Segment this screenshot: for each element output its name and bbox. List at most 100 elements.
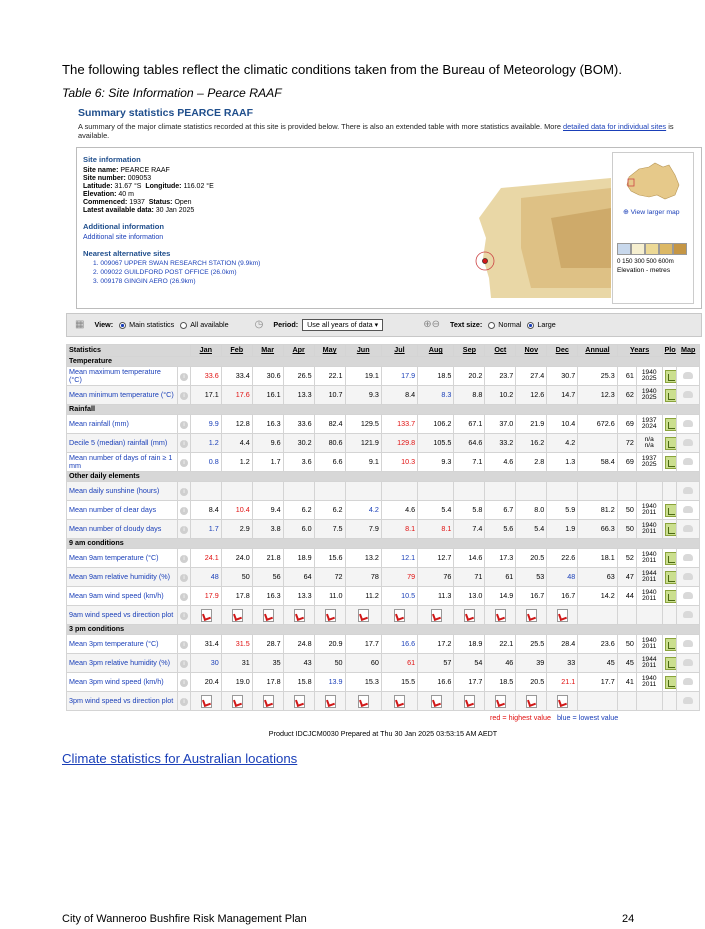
map-icon[interactable] bbox=[683, 678, 694, 686]
column-header[interactable]: Sep bbox=[453, 344, 486, 357]
map-icon[interactable] bbox=[683, 573, 694, 581]
radio-selected-icon[interactable] bbox=[527, 321, 535, 329]
pdf-icon[interactable] bbox=[262, 695, 274, 708]
row-label[interactable]: Mean 9am temperature (°C) bbox=[66, 548, 178, 568]
pdf-icon[interactable] bbox=[557, 695, 569, 708]
map-icon[interactable] bbox=[683, 640, 694, 648]
text-large-option[interactable]: Large bbox=[527, 320, 556, 329]
info-icon[interactable]: i bbox=[180, 554, 188, 563]
pdf-icon[interactable] bbox=[293, 695, 305, 708]
row-label[interactable]: Mean number of days of rain ≥ 1 mm bbox=[66, 452, 178, 472]
pdf-icon[interactable] bbox=[358, 609, 370, 622]
column-header[interactable]: Nov bbox=[515, 344, 548, 357]
pdf-icon[interactable] bbox=[293, 609, 305, 622]
map-icon[interactable] bbox=[683, 611, 694, 619]
info-icon[interactable]: i bbox=[180, 573, 188, 582]
map-icon[interactable] bbox=[683, 487, 694, 495]
info-icon[interactable]: i bbox=[180, 420, 188, 429]
info-icon[interactable]: i bbox=[180, 592, 188, 601]
info-icon[interactable]: i bbox=[180, 678, 188, 687]
bar-chart-icon[interactable] bbox=[664, 589, 676, 603]
bar-chart-icon[interactable] bbox=[664, 455, 676, 469]
site-location-map[interactable] bbox=[461, 178, 611, 298]
pdf-icon[interactable] bbox=[495, 609, 507, 622]
row-label[interactable]: Mean rainfall (mm) bbox=[66, 414, 178, 434]
info-icon[interactable]: i bbox=[180, 697, 188, 706]
column-header[interactable]: Years bbox=[616, 344, 663, 357]
bar-chart-icon[interactable] bbox=[664, 503, 676, 517]
pdf-icon[interactable] bbox=[430, 609, 442, 622]
zoom-icon[interactable]: ⊕⊖ bbox=[423, 319, 440, 331]
row-label[interactable]: Mean 9am wind speed (km/h) bbox=[66, 586, 178, 606]
pdf-icon[interactable] bbox=[526, 609, 538, 622]
bar-chart-icon[interactable] bbox=[664, 570, 676, 584]
row-label[interactable]: Mean 9am relative humidity (%) bbox=[66, 567, 178, 587]
info-icon[interactable]: i bbox=[180, 487, 188, 496]
pdf-icon[interactable] bbox=[200, 695, 212, 708]
text-normal-option[interactable]: Normal bbox=[488, 320, 521, 329]
info-icon[interactable]: i bbox=[180, 439, 188, 448]
row-label[interactable]: Mean 3pm relative humidity (%) bbox=[66, 653, 178, 673]
pdf-icon[interactable] bbox=[231, 695, 243, 708]
pdf-icon[interactable] bbox=[495, 695, 507, 708]
row-label[interactable]: Mean daily sunshine (hours) bbox=[66, 481, 178, 501]
table-view-icon[interactable]: ▦ bbox=[75, 319, 84, 331]
bar-chart-icon[interactable] bbox=[664, 417, 676, 431]
pdf-icon[interactable] bbox=[394, 695, 406, 708]
row-label[interactable]: 9am wind speed vs direction plot bbox=[66, 605, 178, 625]
radio-icon[interactable] bbox=[488, 321, 496, 329]
map-icon[interactable] bbox=[683, 439, 694, 447]
main-stats-option[interactable]: Main statistics bbox=[119, 320, 174, 329]
bar-chart-icon[interactable] bbox=[664, 675, 676, 689]
row-label[interactable]: Mean maximum temperature (°C) bbox=[66, 366, 178, 386]
pdf-icon[interactable] bbox=[324, 609, 336, 622]
info-icon[interactable]: i bbox=[180, 458, 188, 467]
info-icon[interactable]: i bbox=[180, 611, 188, 620]
pdf-icon[interactable] bbox=[394, 609, 406, 622]
pdf-icon[interactable] bbox=[200, 609, 212, 622]
pdf-icon[interactable] bbox=[464, 609, 476, 622]
column-header[interactable]: Jul bbox=[380, 344, 419, 357]
all-available-option[interactable]: All available bbox=[180, 320, 229, 329]
info-icon[interactable]: i bbox=[180, 659, 188, 668]
column-header[interactable]: Aug bbox=[417, 344, 455, 357]
alt-site-link[interactable]: 3. 009178 GINGIN AERO (26.9km) bbox=[93, 278, 463, 286]
pdf-icon[interactable] bbox=[324, 695, 336, 708]
column-header[interactable]: Feb bbox=[220, 344, 253, 357]
map-icon[interactable] bbox=[683, 372, 694, 380]
column-header[interactable]: Annual bbox=[577, 344, 618, 357]
pdf-icon[interactable] bbox=[358, 695, 370, 708]
bar-chart-icon[interactable] bbox=[664, 551, 676, 565]
column-header[interactable]: Oct bbox=[484, 344, 517, 357]
bar-chart-icon[interactable] bbox=[664, 369, 676, 383]
row-label[interactable]: Mean 3pm temperature (°C) bbox=[66, 634, 178, 654]
info-icon[interactable]: i bbox=[180, 525, 188, 534]
pdf-icon[interactable] bbox=[464, 695, 476, 708]
climate-statistics-link[interactable]: Climate statistics for Australian locati… bbox=[62, 751, 297, 766]
additional-info-link[interactable]: Additional site information bbox=[83, 234, 463, 242]
row-label[interactable]: Decile 5 (median) rainfall (mm) bbox=[66, 433, 178, 453]
bar-chart-icon[interactable] bbox=[664, 637, 676, 651]
map-icon[interactable] bbox=[683, 391, 694, 399]
info-icon[interactable]: i bbox=[180, 640, 188, 649]
row-label[interactable]: Mean minimum temperature (°C) bbox=[66, 385, 178, 405]
column-header[interactable]: Jan bbox=[189, 344, 222, 357]
bar-chart-icon[interactable] bbox=[664, 522, 676, 536]
row-label[interactable]: Mean number of clear days bbox=[66, 500, 178, 520]
map-icon[interactable] bbox=[683, 420, 694, 428]
info-icon[interactable]: i bbox=[180, 506, 188, 515]
alt-site-link[interactable]: 2. 009022 GUILDFORD POST OFFICE (26.0km) bbox=[93, 269, 463, 277]
alt-site-link[interactable]: 1. 009067 UPPER SWAN RESEARCH STATION (9… bbox=[93, 260, 463, 268]
column-header[interactable]: May bbox=[313, 344, 346, 357]
pdf-icon[interactable] bbox=[526, 695, 538, 708]
map-icon[interactable] bbox=[683, 697, 694, 705]
info-icon[interactable]: i bbox=[180, 372, 188, 381]
map-icon[interactable] bbox=[683, 554, 694, 562]
bar-chart-icon[interactable] bbox=[664, 656, 676, 670]
map-icon[interactable] bbox=[683, 458, 694, 466]
map-icon[interactable] bbox=[683, 659, 694, 667]
row-label[interactable]: Mean number of cloudy days bbox=[66, 519, 178, 539]
row-label[interactable]: Mean 3pm wind speed (km/h) bbox=[66, 672, 178, 692]
map-icon[interactable] bbox=[683, 592, 694, 600]
bar-chart-icon[interactable] bbox=[664, 388, 676, 402]
